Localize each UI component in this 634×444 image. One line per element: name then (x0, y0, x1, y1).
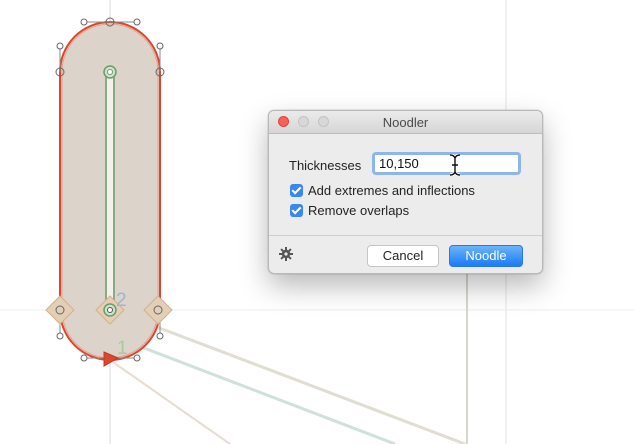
handle-point (133, 18, 141, 26)
title-bar[interactable]: Noodler (269, 111, 542, 134)
remove-overlaps-option[interactable]: Remove overlaps (290, 203, 409, 218)
cancel-button[interactable]: Cancel (367, 245, 439, 267)
handle-point (133, 354, 141, 362)
remove-overlaps-checkbox[interactable] (290, 204, 303, 217)
handle-point (80, 354, 88, 362)
dialog-divider (269, 235, 542, 236)
handle-point (156, 332, 164, 340)
remove-overlaps-label: Remove overlaps (308, 203, 410, 218)
gear-icon[interactable] (279, 247, 293, 265)
dialog-title: Noodler (382, 115, 429, 130)
thicknesses-label: Thicknesses (289, 158, 362, 173)
handle-point (56, 332, 64, 340)
add-extremes-checkbox[interactable] (290, 184, 303, 197)
thicknesses-input[interactable] (372, 152, 521, 175)
center-stroke-fill (107, 72, 113, 310)
stroke-start-node-inner (107, 69, 113, 75)
noodler-dialog: Noodler Thicknesses Add extremes and inf… (268, 110, 543, 274)
text-cursor-icon (449, 154, 461, 176)
add-extremes-option[interactable]: Add extremes and inflections (290, 183, 475, 198)
noodle-button[interactable]: Noodle (449, 245, 523, 267)
node-index-label: 2 (116, 290, 127, 311)
node-index-label: 1 (117, 338, 128, 359)
add-extremes-label: Add extremes and inflections (308, 183, 475, 198)
handle-point (80, 18, 88, 26)
handle-point (156, 42, 164, 50)
diagonal-guide (111, 308, 466, 444)
stroke-end-node-inner (107, 307, 113, 313)
handle-point (56, 42, 64, 50)
